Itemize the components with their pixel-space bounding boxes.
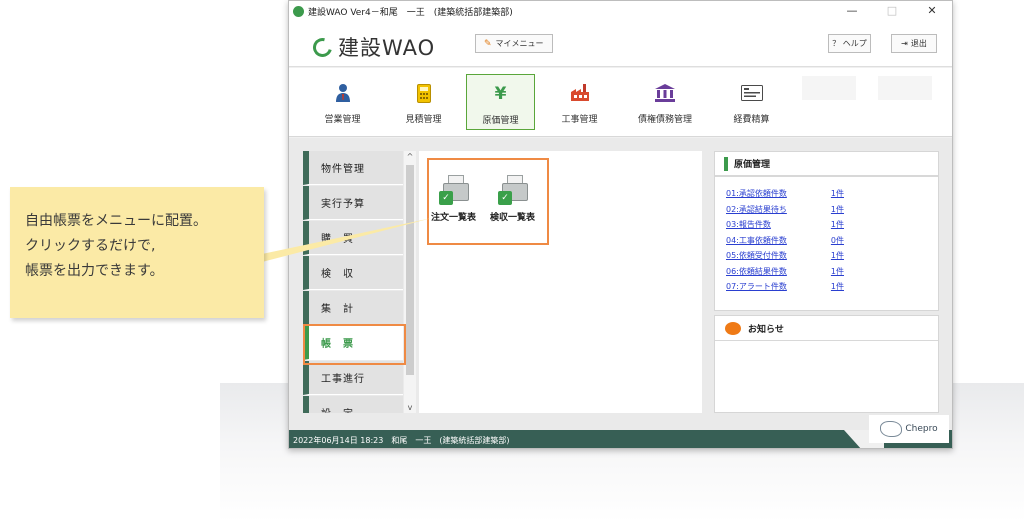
callout-line: クリックするだけで,: [25, 238, 156, 254]
stage: 建設WAO Ver4－和尾 一王 (建築統括部建築部) — □ ✕ 建設WAO …: [0, 0, 1024, 522]
callout-line: 自由帳票をメニューに配置。: [25, 213, 207, 229]
feature-callout: 自由帳票をメニューに配置。 クリックするだけで, 帳票を出力できます。: [10, 187, 264, 318]
callout-line: 帳票を出力できます。: [25, 263, 164, 279]
